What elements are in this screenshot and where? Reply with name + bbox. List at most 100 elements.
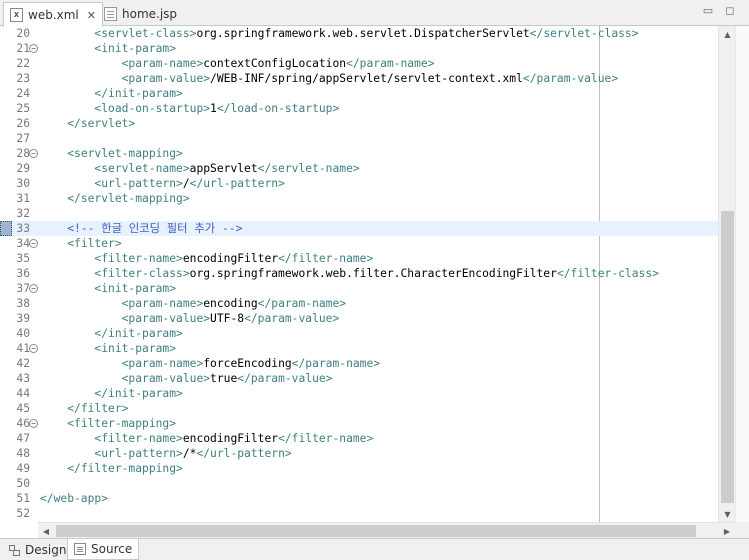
code-line[interactable]: 46− <filter-mapping>: [0, 416, 718, 431]
scroll-down-icon[interactable]: ▼: [719, 506, 736, 522]
line-number: 31: [16, 192, 30, 205]
horizontal-scroll-thumb[interactable]: [56, 525, 696, 537]
code-line[interactable]: 30 <url-pattern>/</url-pattern>: [0, 176, 718, 191]
fold-collapse-icon[interactable]: −: [29, 419, 38, 428]
xml-tag: <load-on-startup>: [94, 102, 211, 115]
xml-tag: <servlet-class>: [94, 27, 197, 40]
code-line[interactable]: 50: [0, 476, 718, 491]
xml-content: encodingFilter: [182, 252, 279, 265]
line-number: 22: [16, 57, 30, 70]
tab-design[interactable]: Design: [2, 539, 72, 560]
scroll-up-icon[interactable]: ▲: [719, 26, 736, 42]
code-line[interactable]: 36 <filter-class>org.springframework.web…: [0, 266, 718, 281]
line-number: 33: [16, 222, 30, 235]
vertical-scroll-thumb[interactable]: [721, 211, 734, 503]
code-line[interactable]: 32: [0, 206, 718, 221]
code-text: <load-on-startup>1</load-on-startup>: [40, 101, 339, 116]
code-line[interactable]: 27: [0, 131, 718, 146]
code-editor[interactable]: 20 <servlet-class>org.springframework.we…: [0, 26, 749, 522]
xml-tag: <param-value>: [121, 312, 211, 325]
line-number: 35: [16, 252, 30, 265]
tab-home-jsp[interactable]: home.jsp: [98, 2, 183, 26]
code-line[interactable]: 25 <load-on-startup>1</load-on-startup>: [0, 101, 718, 116]
xml-tag: <url-pattern>: [94, 177, 183, 190]
xml-tag: </servlet-class>: [529, 27, 639, 40]
close-icon[interactable]: ✕: [87, 9, 96, 22]
fold-collapse-icon[interactable]: −: [29, 44, 38, 53]
line-number: 29: [16, 162, 30, 175]
tab-web-xml[interactable]: x web.xml ✕: [3, 2, 103, 27]
xml-content: /WEB-INF/spring/appServlet/servlet-conte…: [210, 72, 523, 85]
code-line[interactable]: 43 <param-value>true</param-value>: [0, 371, 718, 386]
line-number: 28: [16, 147, 30, 160]
code-line[interactable]: 26 </servlet>: [0, 116, 718, 131]
window-controls: ▭ ◻: [701, 4, 737, 17]
overview-ruler: [735, 26, 749, 522]
code-line[interactable]: 48 <url-pattern>/*</url-pattern>: [0, 446, 718, 461]
code-text: <filter-mapping>: [40, 416, 176, 431]
code-line[interactable]: 23 <param-value>/WEB-INF/spring/appServl…: [0, 71, 718, 86]
code-text: <init-param>: [40, 41, 176, 56]
code-line[interactable]: 49 </filter-mapping>: [0, 461, 718, 476]
fold-collapse-icon[interactable]: −: [29, 284, 38, 293]
xml-content: encoding: [203, 297, 258, 310]
code-line[interactable]: 20 <servlet-class>org.springframework.we…: [0, 26, 718, 41]
code-line[interactable]: 29 <servlet-name>appServlet</servlet-nam…: [0, 161, 718, 176]
code-line[interactable]: 31 </servlet-mapping>: [0, 191, 718, 206]
scroll-right-icon[interactable]: ▶: [719, 523, 735, 539]
minimize-icon[interactable]: ▭: [701, 4, 715, 17]
code-text: <init-param>: [40, 281, 176, 296]
code-line[interactable]: 41− <init-param>: [0, 341, 718, 356]
line-number: 50: [16, 477, 30, 490]
code-line[interactable]: 51 </web-app>: [0, 491, 718, 506]
code-text: <param-value>UTF-8</param-value>: [40, 311, 340, 326]
xml-tag: <filter>: [67, 237, 122, 250]
maximize-icon[interactable]: ◻: [723, 4, 737, 17]
fold-collapse-icon[interactable]: −: [29, 239, 38, 248]
horizontal-scrollbar[interactable]: ◀ ▶: [38, 522, 735, 538]
line-number: 37: [16, 282, 30, 295]
xml-tag: <filter-name>: [94, 432, 183, 445]
code-line[interactable]: 34− <filter>: [0, 236, 718, 251]
code-line[interactable]: 42 <param-name>forceEncoding</param-name…: [0, 356, 718, 371]
xml-tag: </param-name>: [257, 297, 347, 310]
xml-tag: </servlet-name>: [257, 162, 360, 175]
code-line[interactable]: 40 </init-param>: [0, 326, 718, 341]
code-line[interactable]: 35 <filter-name>encodingFilter</filter-n…: [0, 251, 718, 266]
scrollbar-corner: [735, 522, 749, 538]
line-number: 32: [16, 207, 30, 220]
xml-tag: <param-name>: [121, 57, 204, 70]
code-line[interactable]: 21− <init-param>: [0, 41, 718, 56]
code-line[interactable]: 39 <param-value>UTF-8</param-value>: [0, 311, 718, 326]
code-line[interactable]: 24 </init-param>: [0, 86, 718, 101]
code-text: <init-param>: [40, 341, 176, 356]
code-line[interactable]: 44 </init-param>: [0, 386, 718, 401]
code-line[interactable]: 22 <param-name>contextConfigLocation</pa…: [0, 56, 718, 71]
xml-tag: </param-value>: [522, 72, 619, 85]
code-line[interactable]: 37− <init-param>: [0, 281, 718, 296]
code-line[interactable]: 38 <param-name>encoding</param-name>: [0, 296, 718, 311]
vertical-scrollbar[interactable]: ▲ ▼: [718, 26, 735, 522]
code-text: <!-- 한글 인코딩 필터 추가 -->: [40, 221, 242, 236]
code-line[interactable]: 33 <!-- 한글 인코딩 필터 추가 -->: [0, 221, 718, 236]
scroll-left-icon[interactable]: ◀: [38, 523, 54, 539]
fold-collapse-icon[interactable]: −: [29, 149, 38, 158]
tab-source[interactable]: Source: [67, 539, 140, 560]
fold-collapse-icon[interactable]: −: [29, 344, 38, 353]
code-line[interactable]: 45 </filter>: [0, 401, 718, 416]
code-line[interactable]: 52: [0, 506, 718, 521]
code-line[interactable]: 47 <filter-name>encodingFilter</filter-n…: [0, 431, 718, 446]
tab-label: web.xml: [28, 8, 79, 22]
code-line[interactable]: 28− <servlet-mapping>: [0, 146, 718, 161]
